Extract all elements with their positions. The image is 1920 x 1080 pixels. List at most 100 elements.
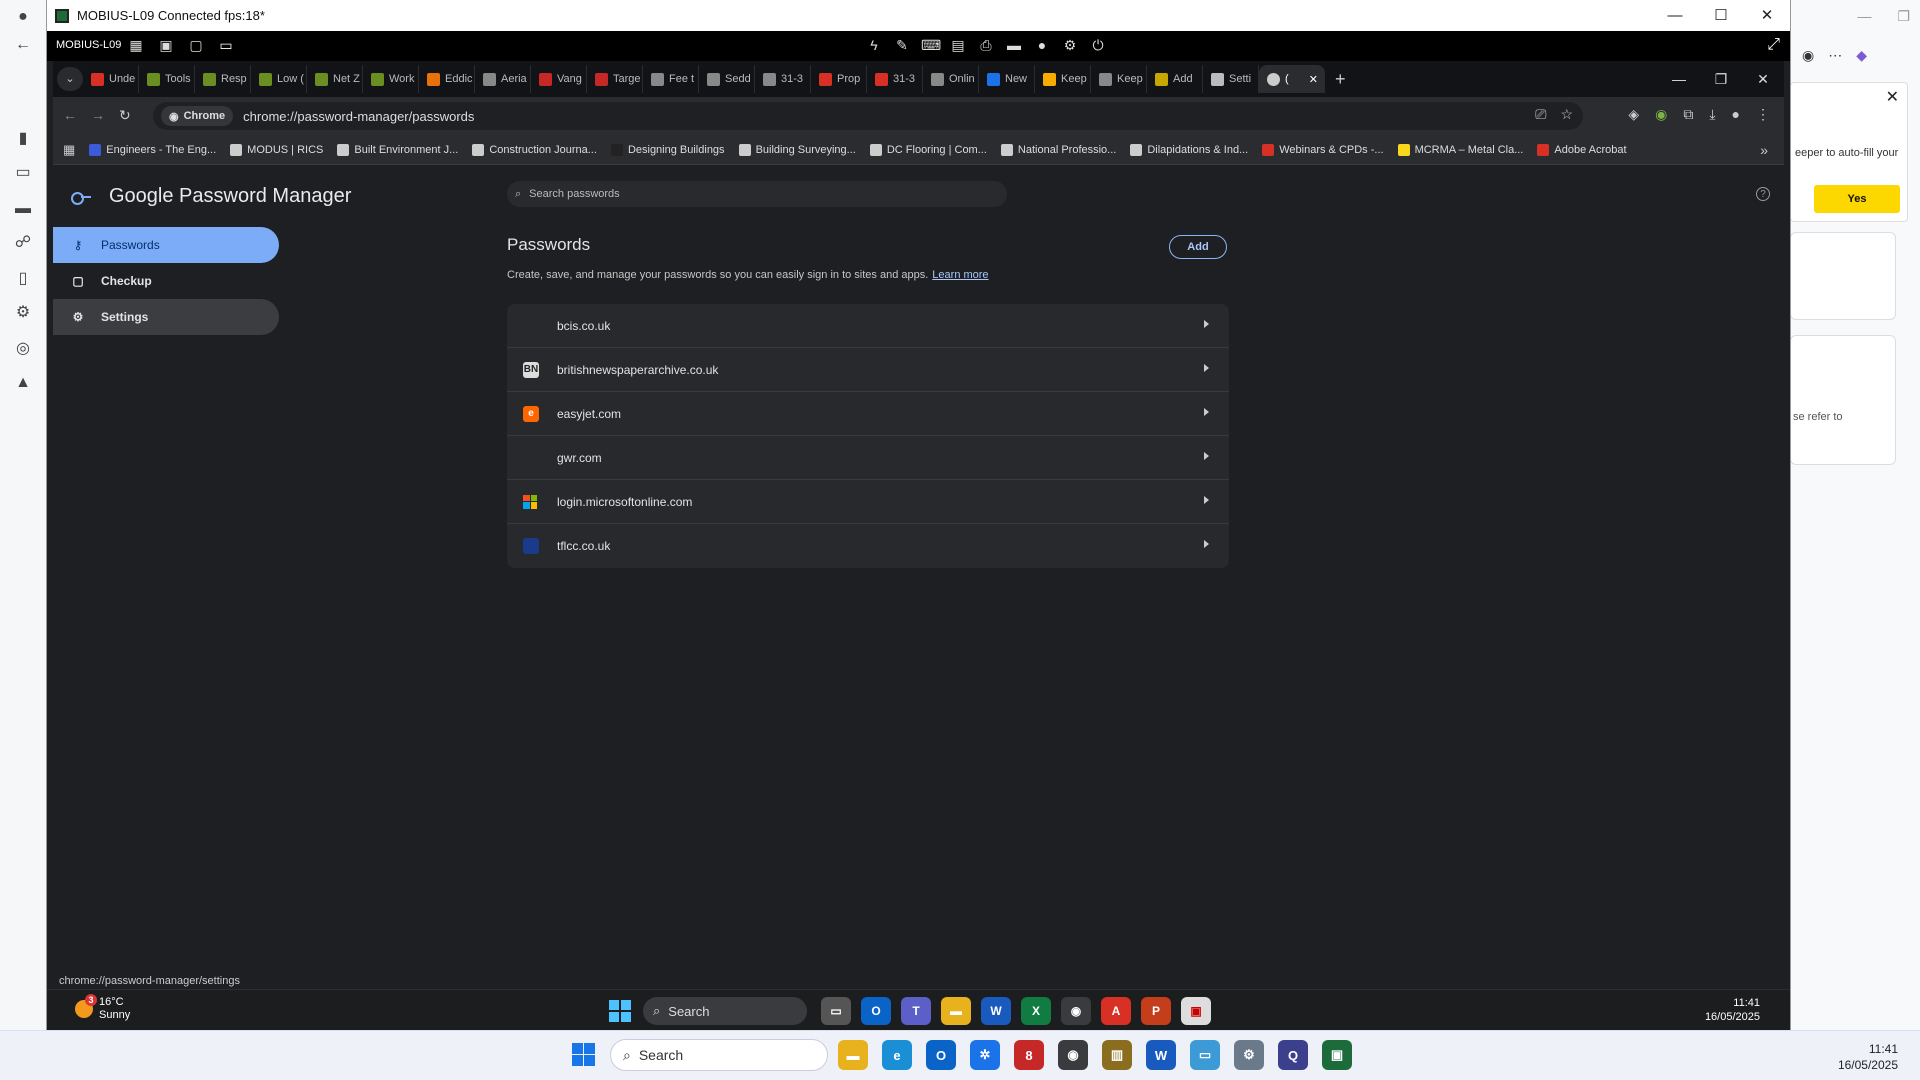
keyboard-icon[interactable]: ⌨: [921, 36, 941, 54]
app-icon[interactable]: ▭: [1190, 1040, 1220, 1070]
new-tab-button[interactable]: +: [1335, 69, 1346, 90]
tab-item[interactable]: Setti: [1203, 65, 1259, 93]
avatar[interactable]: ●: [1732, 106, 1740, 123]
minimize-icon[interactable]: —: [1857, 8, 1871, 25]
settings-app-icon[interactable]: ✲: [970, 1040, 1000, 1070]
tab-item[interactable]: Add: [1147, 65, 1203, 93]
bookmark-item[interactable]: MODUS | RICS: [230, 143, 323, 156]
gear-icon[interactable]: ⚙: [10, 300, 36, 326]
monitor-1-icon[interactable]: ▣: [157, 36, 175, 54]
folder-icon[interactable]: ▬: [1005, 36, 1023, 54]
password-row[interactable]: tflcc.co.uk: [507, 524, 1229, 568]
close-tab-icon[interactable]: ✕: [1309, 73, 1318, 86]
password-row[interactable]: e easyjet.com: [507, 392, 1229, 436]
power-icon[interactable]: ⏻: [1089, 36, 1107, 54]
cart-icon[interactable]: ▭: [10, 160, 36, 186]
chart-icon[interactable]: ▮: [10, 126, 36, 152]
tab-item[interactable]: Net Z: [307, 65, 363, 93]
url-text[interactable]: chrome://password-manager/passwords: [243, 109, 474, 124]
tab-item[interactable]: Tools: [139, 65, 195, 93]
bookmark-item[interactable]: MCRMA – Metal Cla...: [1397, 143, 1523, 156]
reload-icon[interactable]: ↻: [119, 107, 131, 124]
outlook-icon[interactable]: O: [926, 1040, 956, 1070]
monitor-all-icon[interactable]: ▦: [127, 36, 145, 54]
word-icon[interactable]: W: [981, 997, 1011, 1025]
monitor-2-icon[interactable]: ▢: [187, 36, 205, 54]
app-icon[interactable]: ▣: [1181, 997, 1211, 1025]
chrome-close-button[interactable]: ✕: [1742, 61, 1784, 97]
bookmark-item[interactable]: Adobe Acrobat: [1537, 143, 1627, 156]
maximize-button[interactable]: ☐: [1698, 0, 1744, 31]
tab-item[interactable]: Vang: [531, 65, 587, 93]
gear-icon[interactable]: ⚙: [1061, 36, 1079, 54]
tab-item[interactable]: Prop: [811, 65, 867, 93]
learn-more-link[interactable]: Learn more: [932, 269, 988, 281]
bookmark-item[interactable]: Construction Journa...: [472, 143, 597, 156]
sidebar-item-settings[interactable]: ⚙ Settings: [53, 299, 279, 335]
box-icon[interactable]: ▬: [10, 196, 36, 222]
bookmark-item[interactable]: National Professio...: [1000, 143, 1116, 156]
tab-item[interactable]: Targe: [587, 65, 643, 93]
chrome-icon[interactable]: ◉: [1061, 997, 1091, 1025]
remote-desktop-icon[interactable]: ▣: [1322, 1040, 1352, 1070]
file-explorer-icon[interactable]: ▬: [838, 1040, 868, 1070]
headset-icon[interactable]: ◎: [10, 336, 36, 362]
tab-item[interactable]: Keep: [1091, 65, 1147, 93]
tab-item[interactable]: New: [979, 65, 1035, 93]
edge-icon[interactable]: e: [882, 1040, 912, 1070]
monitor-icon[interactable]: ▭: [217, 36, 235, 54]
omnibox[interactable]: ◉ Chrome chrome://password-manager/passw…: [153, 102, 1583, 130]
extension-icon[interactable]: ◉: [1655, 106, 1667, 123]
apps-grid-icon[interactable]: ▦: [63, 142, 75, 158]
download-icon[interactable]: ⤓: [1709, 106, 1715, 123]
start-button[interactable]: [572, 1043, 596, 1067]
bookmark-item[interactable]: DC Flooring | Com...: [869, 143, 987, 156]
tab-item[interactable]: 31-3: [755, 65, 811, 93]
back-arrow-icon[interactable]: ←: [10, 32, 36, 58]
bookmark-item[interactable]: Webinars & CPDs -...: [1262, 143, 1384, 156]
tab-item[interactable]: Fee t: [643, 65, 699, 93]
restore-icon[interactable]: ❐: [1897, 8, 1910, 25]
weather-widget[interactable]: 3 16°C Sunny: [75, 994, 130, 1022]
bookmark-item[interactable]: Building Surveying...: [738, 143, 856, 156]
chrome-minimize-button[interactable]: —: [1658, 61, 1700, 97]
tab-active[interactable]: ( ✕: [1259, 65, 1325, 93]
tab-item[interactable]: Resp: [195, 65, 251, 93]
app-icon[interactable]: Q: [1278, 1040, 1308, 1070]
minimize-button[interactable]: —: [1652, 0, 1698, 31]
tab-item[interactable]: 31-3: [867, 65, 923, 93]
people-icon[interactable]: ☍: [10, 230, 36, 256]
file-explorer-icon[interactable]: ▬: [941, 997, 971, 1025]
bookmark-item[interactable]: Built Environment J...: [337, 143, 458, 156]
host-clock[interactable]: 11:41 16/05/2025: [1838, 1041, 1898, 1073]
tab-item[interactable]: Aeria: [475, 65, 531, 93]
yes-button[interactable]: Yes: [1814, 185, 1900, 213]
menu-icon[interactable]: ⋮: [1756, 106, 1770, 123]
app-icon[interactable]: 8: [1014, 1040, 1044, 1070]
sidebar-item-checkup[interactable]: ▢ Checkup: [53, 263, 279, 299]
help-icon[interactable]: ?: [1756, 187, 1770, 201]
outlook-icon[interactable]: O: [861, 997, 891, 1025]
word-icon[interactable]: W: [1146, 1040, 1176, 1070]
bookmark-star-icon[interactable]: ☆: [1560, 106, 1573, 123]
copilot-icon[interactable]: ◆: [1856, 47, 1867, 64]
tab-item[interactable]: Keep: [1035, 65, 1091, 93]
tab-item[interactable]: Work: [363, 65, 419, 93]
search-input[interactable]: ⌕ Search passwords: [507, 181, 1007, 207]
tab-item[interactable]: Unde: [83, 65, 139, 93]
install-app-icon[interactable]: ⎚: [1535, 106, 1546, 123]
close-button[interactable]: ✕: [1744, 0, 1790, 31]
chrome-icon[interactable]: ◉: [1058, 1040, 1088, 1070]
back-icon[interactable]: ←: [63, 107, 77, 124]
edit-icon[interactable]: ✎: [893, 36, 911, 54]
password-row[interactable]: BN britishnewspaperarchive.co.uk: [507, 348, 1229, 392]
tab-item[interactable]: Onlin: [923, 65, 979, 93]
more-icon[interactable]: ⋯: [1828, 47, 1842, 64]
extension-icon[interactable]: ◉: [1802, 47, 1814, 64]
chat-icon[interactable]: ●: [1033, 36, 1051, 54]
site-chip[interactable]: ◉ Chrome: [161, 106, 234, 126]
graduation-icon[interactable]: ▲: [10, 370, 36, 396]
profile-icon[interactable]: ●: [10, 4, 36, 30]
chevron-more-icon[interactable]: »: [1760, 142, 1768, 158]
task-view-icon[interactable]: ▭: [821, 997, 851, 1025]
